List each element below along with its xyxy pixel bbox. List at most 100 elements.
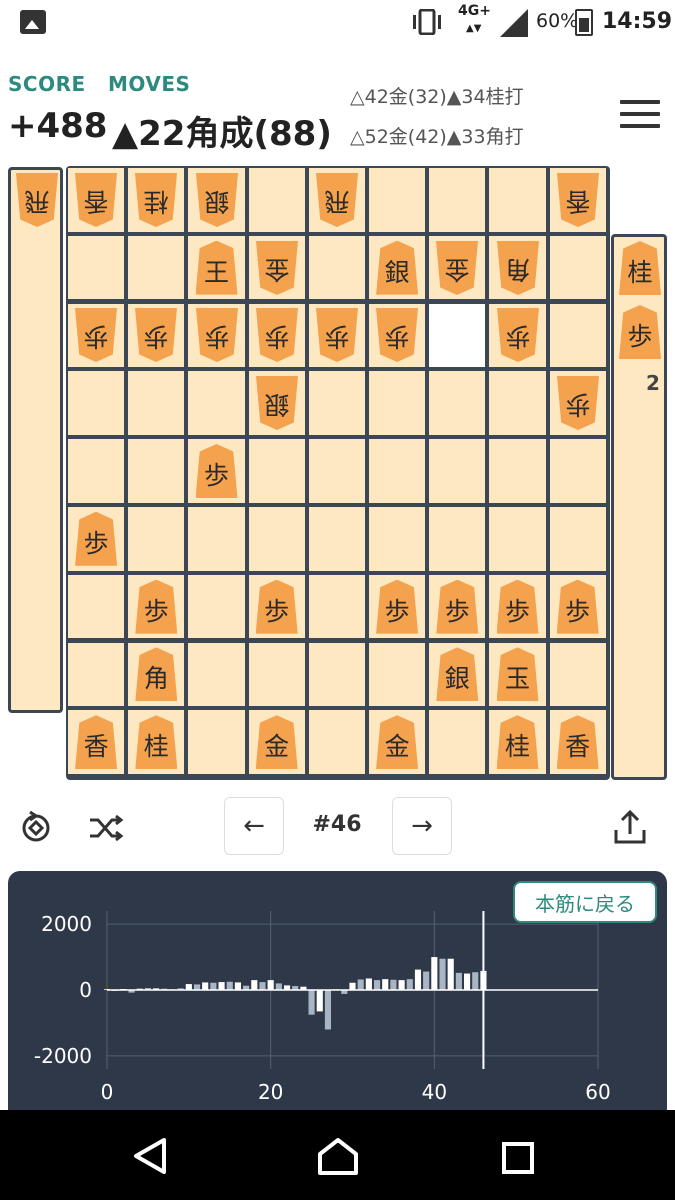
sente-piece[interactable]: 桂 (135, 715, 178, 770)
board-square[interactable] (308, 642, 365, 707)
board-square[interactable] (429, 710, 486, 774)
board-square[interactable] (128, 371, 185, 435)
board-square[interactable] (549, 303, 606, 368)
board-square[interactable] (308, 439, 365, 503)
board-square[interactable] (248, 507, 305, 571)
board-square[interactable] (489, 371, 546, 435)
gote-piece[interactable]: 桂 (135, 173, 177, 227)
board-square[interactable] (68, 235, 125, 300)
home-icon[interactable] (288, 1110, 388, 1200)
board-square[interactable] (369, 642, 426, 707)
chart-bar (365, 978, 372, 990)
gote-piece[interactable]: 金 (256, 241, 298, 295)
gote-piece-stand[interactable]: 飛 (8, 167, 63, 713)
back-icon[interactable] (100, 1110, 200, 1200)
board-square[interactable] (308, 507, 365, 571)
sente-piece[interactable]: 玉 (496, 647, 539, 702)
sente-piece-stand[interactable]: 桂歩 2 (611, 234, 667, 780)
sente-piece[interactable]: 歩 (135, 579, 178, 634)
board-square[interactable] (128, 439, 185, 503)
next-move-button[interactable]: → (392, 797, 452, 855)
share-icon[interactable] (610, 808, 650, 848)
sente-hand-piece[interactable]: 桂 (619, 241, 661, 295)
board-square[interactable] (308, 235, 365, 300)
sente-piece[interactable]: 角 (135, 647, 178, 702)
board-square[interactable] (369, 168, 426, 232)
prev-move-button[interactable]: ← (224, 797, 284, 855)
gote-piece[interactable]: 歩 (196, 308, 238, 362)
sente-piece[interactable]: 歩 (376, 579, 419, 634)
board-square[interactable] (429, 303, 486, 368)
gote-piece[interactable]: 飛 (316, 173, 358, 227)
recents-icon[interactable] (468, 1110, 568, 1200)
shuffle-icon[interactable] (86, 808, 126, 848)
board-square[interactable] (68, 642, 125, 707)
pv-line-1[interactable]: △42金(32)▲34桂打 (350, 82, 524, 109)
board-square[interactable] (429, 439, 486, 503)
gote-piece[interactable]: 歩 (557, 376, 599, 430)
board-square[interactable] (68, 574, 125, 639)
sente-piece[interactable]: 金 (255, 715, 298, 770)
board-square[interactable] (489, 168, 546, 232)
board-square[interactable] (308, 710, 365, 774)
board-square[interactable] (369, 439, 426, 503)
board-square[interactable] (308, 371, 365, 435)
pv-line-2[interactable]: △52金(42)▲33角打 (350, 122, 524, 149)
gote-piece[interactable]: 香 (557, 173, 599, 227)
sente-piece[interactable]: 銀 (436, 647, 479, 702)
board-square[interactable] (489, 507, 546, 571)
board-square[interactable] (188, 371, 245, 435)
gote-piece[interactable]: 歩 (135, 308, 177, 362)
board-square[interactable] (489, 439, 546, 503)
board-square[interactable] (248, 168, 305, 232)
sente-piece[interactable]: 歩 (556, 579, 599, 634)
board-square[interactable] (188, 642, 245, 707)
sente-piece[interactable]: 香 (75, 715, 118, 770)
board-square[interactable] (68, 371, 125, 435)
board-square[interactable] (429, 168, 486, 232)
board-square[interactable] (369, 507, 426, 571)
sente-piece[interactable]: 桂 (496, 715, 539, 770)
board-square[interactable] (549, 642, 606, 707)
board-square[interactable] (549, 439, 606, 503)
return-to-mainline-button[interactable]: 本筋に戻る (513, 881, 657, 923)
sente-piece[interactable]: 王 (195, 240, 238, 295)
gote-piece[interactable]: 角 (497, 241, 539, 295)
board-square[interactable] (248, 439, 305, 503)
sente-piece[interactable]: 歩 (255, 579, 298, 634)
board-square[interactable] (549, 507, 606, 571)
gote-piece[interactable]: 歩 (256, 308, 298, 362)
gote-piece[interactable]: 香 (75, 173, 117, 227)
board-square[interactable] (128, 235, 185, 300)
board-square[interactable] (128, 507, 185, 571)
gote-piece[interactable]: 銀 (196, 173, 238, 227)
board-square[interactable] (429, 371, 486, 435)
board-square[interactable] (429, 507, 486, 571)
menu-icon[interactable] (620, 100, 662, 130)
gote-piece[interactable]: 歩 (75, 308, 117, 362)
gote-piece[interactable]: 金 (436, 241, 478, 295)
sente-piece[interactable]: 歩 (195, 444, 238, 498)
gote-hand-piece[interactable]: 飛 (16, 173, 58, 227)
sente-hand-piece[interactable]: 歩 (619, 305, 661, 359)
board-square[interactable] (188, 710, 245, 774)
board-square[interactable] (68, 439, 125, 503)
gote-piece[interactable]: 銀 (256, 376, 298, 430)
shogi-board[interactable]: 香桂銀飛香王金銀金角歩歩歩歩歩歩歩銀歩歩歩歩歩歩歩歩歩角銀玉香桂金金桂香 (66, 166, 610, 780)
board-square[interactable] (248, 642, 305, 707)
gote-piece[interactable]: 歩 (316, 308, 358, 362)
board-square[interactable] (308, 574, 365, 639)
board-square[interactable] (369, 371, 426, 435)
flip-board-icon[interactable] (16, 808, 56, 848)
board-square[interactable] (188, 574, 245, 639)
gote-piece[interactable]: 歩 (376, 308, 418, 362)
sente-piece[interactable]: 銀 (376, 240, 419, 295)
board-square[interactable] (188, 507, 245, 571)
gote-piece[interactable]: 歩 (497, 308, 539, 362)
sente-piece[interactable]: 歩 (496, 579, 539, 634)
sente-piece[interactable]: 香 (556, 715, 599, 770)
sente-piece[interactable]: 歩 (436, 579, 479, 634)
sente-piece[interactable]: 金 (376, 715, 419, 770)
board-square[interactable] (549, 235, 606, 300)
sente-piece[interactable]: 歩 (75, 511, 118, 566)
